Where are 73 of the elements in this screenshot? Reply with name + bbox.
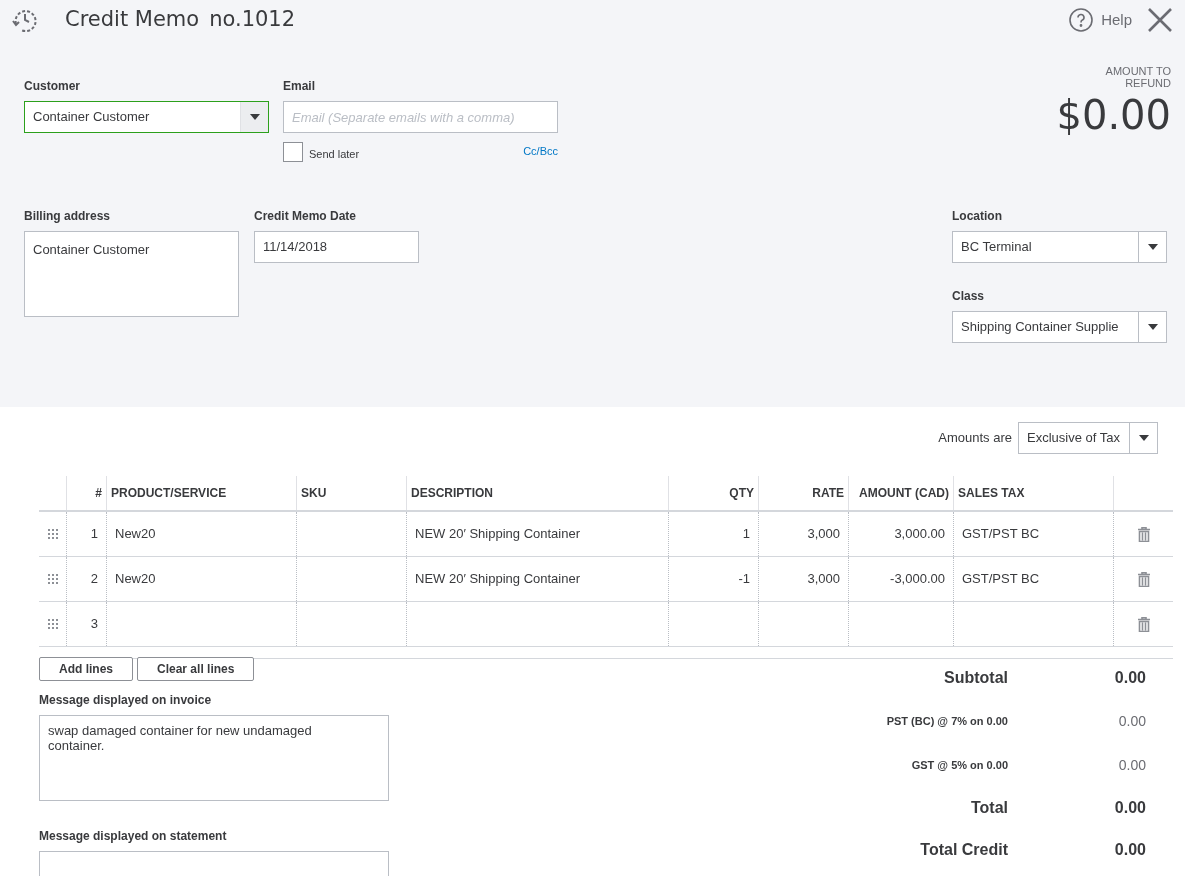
trash-icon[interactable] (1137, 616, 1150, 632)
table-action-button[interactable]: Add lines (39, 657, 133, 681)
amount-label: AMOUNT TO REFUND (1104, 65, 1171, 89)
field-label: Credit Memo Date (254, 207, 358, 225)
field-label: Email (283, 78, 316, 95)
class-dropdown[interactable]: Shipping Container Supplie (952, 310, 1167, 343)
drag-handle-icon[interactable] (47, 619, 58, 629)
trash-icon[interactable] (1137, 571, 1150, 587)
column-header: SKU (297, 476, 407, 510)
tax-mode-dropdown[interactable]: Exclusive of Tax (1018, 422, 1158, 454)
table-cell-text: NEW 20′ Shipping Container (415, 525, 581, 544)
table-action-button[interactable]: Clear all lines (137, 657, 255, 681)
column-header: # (67, 476, 107, 510)
page-title: Credit Memo (65, 6, 200, 34)
column-header: RATE (759, 476, 849, 510)
table-cell-text: GST/PST BC (962, 570, 1040, 589)
field-label: Location (952, 207, 1003, 225)
total-value: 0.00 (1113, 668, 1146, 688)
date-field[interactable]: 11/14/2018 (254, 230, 419, 263)
caret-icon (249, 114, 260, 120)
table-cell-text: New20 (115, 570, 156, 589)
help-icon (1069, 8, 1094, 32)
table-cell-text: 2 (90, 570, 98, 589)
history-icon[interactable] (12, 7, 38, 33)
field-label: Class (952, 287, 986, 305)
total-label: Total Credit (919, 840, 1008, 860)
field-label: Billing address (24, 207, 112, 225)
total-value: 0.00 (1113, 798, 1146, 818)
email-field[interactable]: Email (Separate emails with a comma) (283, 101, 558, 133)
amount-value: $0.00 (1056, 93, 1171, 137)
billing-address-field[interactable]: Container Customer (24, 230, 239, 317)
table-cell-text: -3,000.00 (890, 570, 945, 589)
table-cell-text: -1 (738, 570, 750, 589)
table-cell-text: 3 (90, 615, 98, 634)
invoice-message-field[interactable]: swap damaged container for new undamaged container. (39, 715, 389, 801)
column-header: SALES TAX (954, 476, 1114, 510)
field-label: Message displayed on invoice (39, 692, 213, 709)
caret-icon (1147, 323, 1158, 330)
total-label: Subtotal (943, 668, 1008, 688)
total-value: 0.00 (1117, 755, 1146, 775)
drag-handle-icon[interactable] (47, 574, 58, 584)
trash-icon[interactable] (1137, 526, 1150, 542)
total-label: PST (BC) @ 7% on 0.00 (885, 713, 1008, 729)
customer-dropdown[interactable]: Container Customer (24, 101, 269, 133)
table-cell-text: 1 (90, 525, 98, 544)
memo-number: no.1012 (209, 6, 296, 34)
field-label: Customer (24, 78, 81, 95)
caret-icon (1138, 435, 1149, 441)
location-dropdown[interactable]: BC Terminal (952, 230, 1167, 263)
table-cell-text: 3,000 (807, 570, 840, 589)
column-header: QTY (669, 476, 759, 510)
cc-bcc-link[interactable]: Cc/Bcc (523, 143, 558, 160)
table-cell-text: New20 (115, 525, 156, 544)
help-button[interactable]: Help (1069, 8, 1132, 32)
table-cell-text: 3,000.00 (894, 525, 945, 544)
drag-handle-icon[interactable] (47, 529, 58, 539)
table-cell-text: GST/PST BC (962, 525, 1040, 544)
close-icon[interactable] (1148, 8, 1172, 32)
send-later-checkbox[interactable] (283, 142, 303, 162)
caret-icon (1147, 243, 1158, 250)
total-value: 0.00 (1113, 840, 1146, 860)
total-label: GST @ 5% on 0.00 (910, 757, 1008, 773)
amounts-are-label: Amounts are (938, 429, 1012, 448)
table-cell-text: 3,000 (807, 525, 840, 544)
send-later-label: Send later (309, 147, 360, 162)
column-header: DESCRIPTION (407, 476, 669, 510)
total-value: 0.00 (1117, 711, 1146, 731)
column-header: PRODUCT/SERVICE (107, 476, 297, 510)
table-cell-text: NEW 20′ Shipping Container (415, 570, 581, 589)
column-header: AMOUNT (CAD) (849, 476, 954, 510)
total-label: Total (969, 798, 1008, 818)
field-label: Message displayed on statement (39, 828, 228, 845)
table-cell-text: 1 (742, 525, 750, 544)
